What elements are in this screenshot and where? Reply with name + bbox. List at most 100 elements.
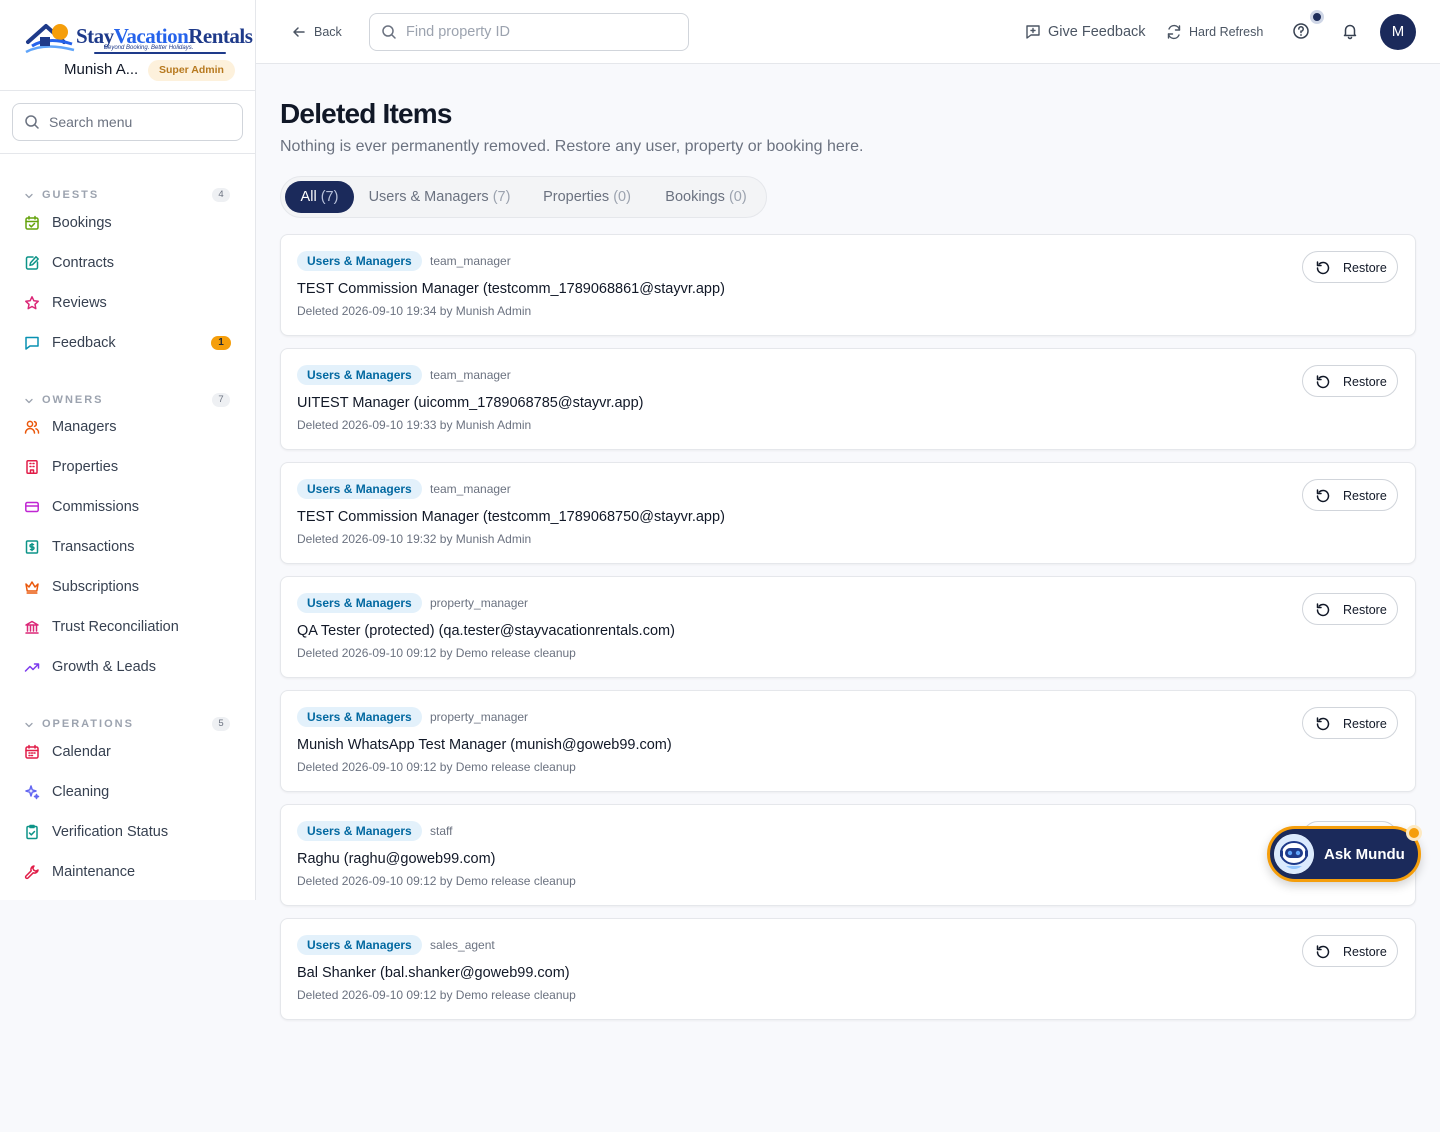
item-title: Munish WhatsApp Test Manager (munish@gow… bbox=[297, 737, 672, 753]
tab-label: Properties bbox=[543, 189, 610, 205]
deleted-item-card: Users & Managers staff Raghu (raghu@goweb9… bbox=[280, 804, 1416, 906]
sidebar-item-feedback[interactable]: Feedback 1 bbox=[12, 325, 244, 361]
sidebar-item-label: Verification Status bbox=[52, 824, 169, 840]
deleted-item-card: Users & Managers team_manager TEST Commiss… bbox=[280, 462, 1416, 564]
help-circle-icon[interactable] bbox=[1292, 22, 1310, 40]
sidebar-item-cleaning[interactable]: Cleaning bbox=[12, 774, 244, 810]
deleted-meta: Deleted 2026-09-10 19:34 by Munish Admin bbox=[297, 304, 532, 318]
role-label: property_manager bbox=[430, 710, 529, 724]
page-title: Deleted Items bbox=[280, 98, 452, 129]
message-square-icon bbox=[25, 336, 39, 350]
tab-label: Users & Managers bbox=[368, 189, 489, 205]
restore-button[interactable]: Restore bbox=[1302, 365, 1398, 397]
category-badge: Users & Managers bbox=[297, 251, 422, 271]
tab-count: (7) bbox=[492, 189, 511, 205]
restore-button[interactable]: Restore bbox=[1302, 707, 1398, 739]
deleted-meta: Deleted 2026-09-10 09:12 by Demo release… bbox=[297, 760, 576, 774]
trending-up-icon bbox=[24, 663, 40, 672]
restore-button[interactable]: Restore bbox=[1302, 251, 1398, 283]
nav-group-operations[interactable]: OPERATIONS 5 bbox=[24, 717, 232, 733]
property-search-input[interactable] bbox=[406, 14, 682, 50]
role-label: team_manager bbox=[430, 254, 511, 268]
landmark-icon bbox=[25, 620, 39, 634]
chevron-down-icon bbox=[25, 398, 33, 404]
sidebar-item-inventory[interactable]: Inventory bbox=[12, 894, 244, 900]
user-avatar[interactable]: M bbox=[1380, 14, 1416, 50]
sidebar-item-properties[interactable]: Properties bbox=[12, 449, 244, 485]
deleted-meta: Deleted 2026-09-10 19:33 by Munish Admin bbox=[297, 418, 532, 432]
sidebar-item-transactions[interactable]: Transactions bbox=[12, 529, 244, 565]
restore-label: Restore bbox=[1343, 717, 1387, 731]
nav-group-count: 5 bbox=[212, 717, 230, 731]
deleted-meta: Deleted 2026-09-10 09:12 by Demo release… bbox=[297, 646, 576, 660]
help-indicator-dot bbox=[1310, 10, 1324, 24]
category-badge: Users & Managers bbox=[297, 365, 422, 385]
category-badge: Users & Managers bbox=[297, 821, 422, 841]
sidebar-item-label: Cleaning bbox=[52, 784, 110, 800]
nav-group-guests[interactable]: GUESTS 4 bbox=[24, 188, 232, 204]
tab-bookings[interactable]: Bookings (0) bbox=[653, 181, 759, 213]
rotate-ccw-icon bbox=[1316, 489, 1330, 503]
refresh-icon bbox=[1167, 24, 1181, 40]
restore-button[interactable]: Restore bbox=[1302, 593, 1398, 625]
give-feedback-label: Give Feedback bbox=[1048, 24, 1146, 40]
deleted-item-card: Users & Managers property_manager Munish W… bbox=[280, 690, 1416, 792]
menu-search-box[interactable] bbox=[12, 103, 243, 141]
robot-avatar-icon bbox=[1274, 834, 1314, 874]
sidebar-item-bookings[interactable]: Bookings bbox=[12, 205, 244, 241]
tab-label: Bookings bbox=[665, 189, 725, 205]
sidebar-item-label: Contracts bbox=[52, 255, 115, 271]
sparkles-icon bbox=[25, 785, 40, 800]
role-badge: Super Admin bbox=[148, 60, 235, 81]
page-subtitle: Nothing is ever permanently removed. Res… bbox=[280, 138, 864, 155]
sidebar-item-maintenance[interactable]: Maintenance bbox=[12, 854, 244, 890]
sidebar-item-trust-reconciliation[interactable]: Trust Reconciliation bbox=[12, 609, 244, 645]
restore-label: Restore bbox=[1343, 261, 1387, 275]
search-icon bbox=[25, 115, 39, 129]
sidebar-item-managers[interactable]: Managers bbox=[12, 409, 244, 445]
sidebar-item-label: Properties bbox=[52, 459, 119, 475]
restore-button[interactable]: Restore bbox=[1302, 935, 1398, 967]
sidebar-item-label: Subscriptions bbox=[52, 579, 140, 595]
rotate-ccw-icon bbox=[1316, 375, 1330, 389]
rotate-ccw-icon bbox=[1316, 603, 1330, 617]
brand-swoosh bbox=[94, 52, 226, 54]
category-badge: Users & Managers bbox=[297, 707, 422, 727]
sidebar-item-contracts[interactable]: Contracts bbox=[12, 245, 244, 281]
sidebar-item-reviews[interactable]: Reviews bbox=[12, 285, 244, 321]
item-title: TEST Commission Manager (testcomm_178906… bbox=[297, 281, 725, 297]
item-title: TEST Commission Manager (testcomm_178906… bbox=[297, 509, 725, 525]
tab-properties[interactable]: Properties (0) bbox=[531, 181, 643, 213]
role-label: team_manager bbox=[430, 368, 511, 382]
filter-tabs: All (7) Users & Managers (7) Properties (0… bbox=[280, 176, 767, 218]
sidebar-item-growth-leads[interactable]: Growth & Leads bbox=[12, 649, 244, 685]
sidebar-item-subscriptions[interactable]: Subscriptions bbox=[12, 569, 244, 605]
sidebar-item-label: Commissions bbox=[52, 499, 140, 515]
tab-all[interactable]: All (7) bbox=[285, 181, 354, 213]
nav-group-owners[interactable]: OWNERS 7 bbox=[24, 393, 232, 409]
back-label: Back bbox=[314, 25, 342, 39]
brand-logo[interactable]: StayVacationRentals Beyond Booking. Bett… bbox=[24, 18, 253, 58]
tab-count: (0) bbox=[728, 189, 747, 205]
bell-icon[interactable] bbox=[1341, 22, 1359, 40]
current-user-name: Munish A... bbox=[64, 61, 139, 78]
menu-search-area bbox=[0, 91, 255, 154]
sidebar-item-commissions[interactable]: Commissions bbox=[12, 489, 244, 525]
ask-mundu-button[interactable]: Ask Mundu bbox=[1267, 826, 1421, 882]
nav-group-label: OPERATIONS bbox=[42, 718, 134, 730]
tab-users-managers[interactable]: Users & Managers (7) bbox=[359, 181, 520, 213]
tab-count: (7) bbox=[320, 189, 339, 205]
deleted-item-card: Users & Managers sales_agent Bal Shanker (… bbox=[280, 918, 1416, 1020]
calendar-icon bbox=[25, 744, 39, 759]
restore-label: Restore bbox=[1343, 375, 1387, 389]
property-search-box[interactable] bbox=[369, 13, 689, 51]
restore-button[interactable]: Restore bbox=[1302, 479, 1398, 511]
sidebar-item-calendar[interactable]: Calendar bbox=[12, 734, 244, 770]
menu-search-input[interactable] bbox=[49, 104, 234, 140]
sidebar-item-verification-status[interactable]: Verification Status bbox=[12, 814, 244, 850]
sidebar-item-label: Calendar bbox=[52, 744, 111, 760]
sidebar-item-label: Reviews bbox=[52, 295, 107, 311]
sidebar-item-label: Growth & Leads bbox=[52, 659, 156, 675]
chevron-down-icon bbox=[25, 193, 33, 199]
receipt-icon bbox=[25, 540, 39, 554]
